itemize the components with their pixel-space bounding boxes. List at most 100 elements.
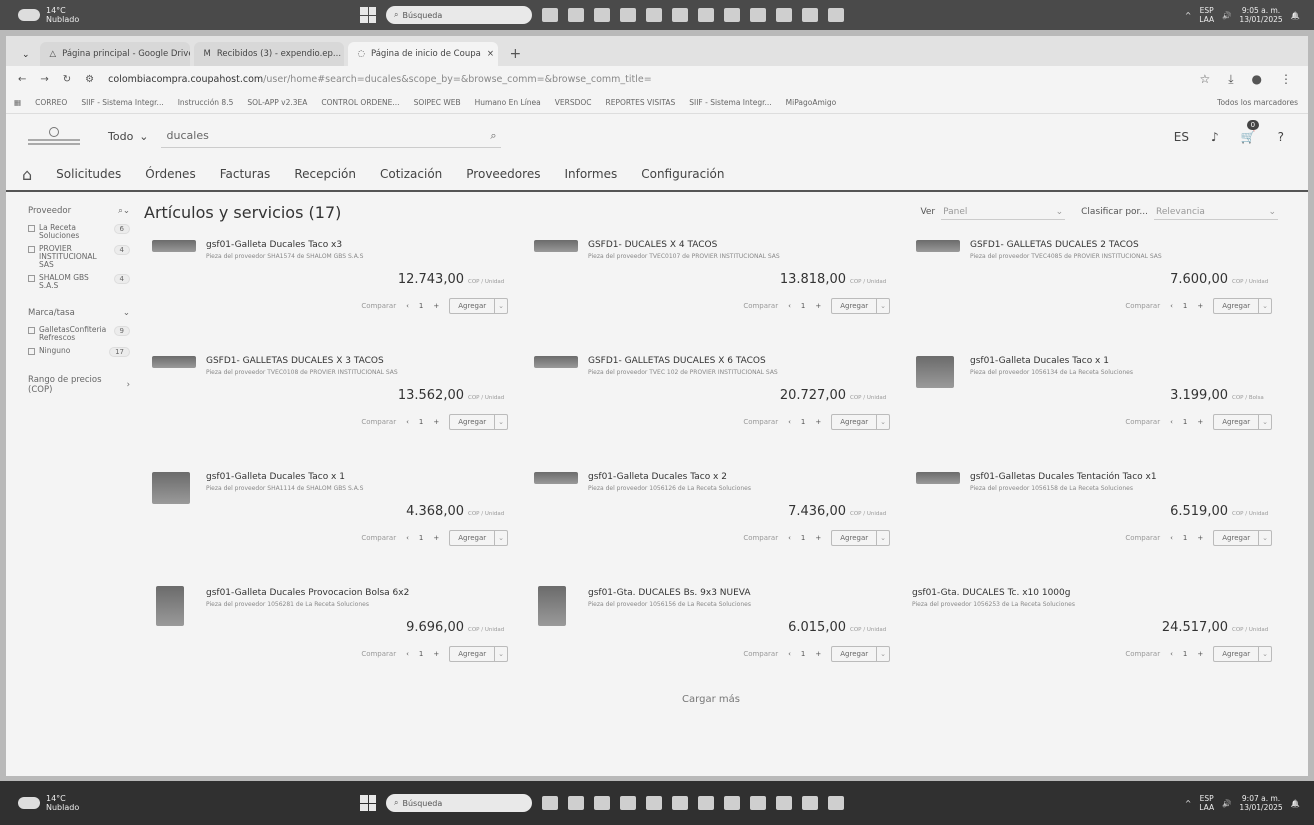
plus-icon[interactable]: + <box>433 418 439 426</box>
product-card[interactable]: GSFD1- GALLETAS DUCALES 2 TACOS Pieza de… <box>908 236 1278 332</box>
bookmark[interactable]: VERSDOC <box>555 98 592 107</box>
quantity-stepper[interactable]: ‹ 1 + <box>406 534 439 542</box>
sort-select[interactable]: Relevancia ⌄ <box>1154 205 1278 220</box>
nav-ordenes[interactable]: Órdenes <box>145 167 195 181</box>
facet-supplier-header[interactable]: Proveedor ⌕⌄ <box>28 206 130 216</box>
facet-brand-header[interactable]: Marca/tasa ⌄ <box>28 308 130 318</box>
reload-icon[interactable]: ↻ <box>63 74 71 85</box>
back-icon[interactable]: ← <box>18 74 26 85</box>
add-to-cart-button[interactable]: Agregar ⌄ <box>831 646 890 662</box>
facet-option[interactable]: SHALOM GBS S.A.S 4 <box>28 274 130 290</box>
plus-icon[interactable]: + <box>1197 534 1203 542</box>
nav-solicitudes[interactable]: Solicitudes <box>56 167 121 181</box>
add-button-label[interactable]: Agregar <box>450 531 494 545</box>
add-to-cart-button[interactable]: Agregar ⌄ <box>449 646 508 662</box>
app-icon[interactable] <box>620 796 636 810</box>
product-title[interactable]: gsf01-Galletas Ducales Tentación Taco x1 <box>970 472 1157 482</box>
facet-option[interactable]: Ninguno 17 <box>28 347 130 357</box>
compare-checkbox[interactable]: Comparar <box>361 302 396 310</box>
product-image[interactable] <box>152 356 196 368</box>
add-button-label[interactable]: Agregar <box>1214 415 1258 429</box>
product-card[interactable]: GSFD1- GALLETAS DUCALES X 6 TACOS Pieza … <box>526 352 896 448</box>
product-image[interactable] <box>534 472 578 484</box>
product-image[interactable] <box>916 356 954 388</box>
compare-checkbox[interactable]: Comparar <box>361 650 396 658</box>
quantity-stepper[interactable]: ‹ 1 + <box>1170 302 1203 310</box>
product-image[interactable] <box>916 240 960 252</box>
compare-checkbox[interactable]: Comparar <box>743 302 778 310</box>
bookmark[interactable]: REPORTES VISITAS <box>606 98 676 107</box>
nav-configuracion[interactable]: Configuración <box>641 167 724 181</box>
quantity-value[interactable]: 1 <box>419 534 423 542</box>
quantity-value[interactable]: 1 <box>801 302 805 310</box>
minus-icon[interactable]: ‹ <box>1170 302 1173 310</box>
cart-icon[interactable]: 🛒 0 <box>1241 120 1260 144</box>
add-to-cart-button[interactable]: Agregar ⌄ <box>831 414 890 430</box>
profile-icon[interactable]: ● <box>1252 72 1262 87</box>
product-title[interactable]: gsf01-Gta. DUCALES Tc. x10 1000g <box>912 588 1070 598</box>
app-icon[interactable] <box>724 8 740 22</box>
app-icon[interactable] <box>646 796 662 810</box>
chevron-down-icon[interactable]: ⌄ <box>1258 415 1271 429</box>
minus-icon[interactable]: ‹ <box>788 418 791 426</box>
quantity-stepper[interactable]: ‹ 1 + <box>1170 650 1203 658</box>
language-indicator[interactable]: ESP LAA <box>1199 6 1214 24</box>
facet-option[interactable]: La Receta Soluciones 6 <box>28 224 130 240</box>
quantity-value[interactable]: 1 <box>801 650 805 658</box>
quantity-stepper[interactable]: ‹ 1 + <box>406 650 439 658</box>
product-title[interactable]: gsf01-Galleta Ducales Provocacion Bolsa … <box>206 588 409 598</box>
app-icon[interactable] <box>828 796 844 810</box>
quantity-value[interactable]: 1 <box>801 534 805 542</box>
search-icon[interactable]: ⌕ <box>490 129 496 143</box>
quantity-value[interactable]: 1 <box>1183 302 1187 310</box>
nav-informes[interactable]: Informes <box>564 167 617 181</box>
product-title[interactable]: GSFD1- GALLETAS DUCALES X 3 TACOS <box>206 356 384 366</box>
quantity-stepper[interactable]: ‹ 1 + <box>406 418 439 426</box>
windows-start-icon[interactable] <box>360 7 376 23</box>
add-to-cart-button[interactable]: Agregar ⌄ <box>1213 646 1272 662</box>
add-button-label[interactable]: Agregar <box>1214 647 1258 661</box>
search-scope-select[interactable]: Todo ⌄ <box>98 130 149 143</box>
app-icon[interactable] <box>776 796 792 810</box>
compare-checkbox[interactable]: Comparar <box>743 418 778 426</box>
quantity-stepper[interactable]: ‹ 1 + <box>788 534 821 542</box>
quantity-stepper[interactable]: ‹ 1 + <box>406 302 439 310</box>
compare-checkbox[interactable]: Comparar <box>1125 418 1160 426</box>
minus-icon[interactable]: ‹ <box>406 534 409 542</box>
minus-icon[interactable]: ‹ <box>1170 418 1173 426</box>
bookmark[interactable]: SIIF - Sistema Integr... <box>81 98 163 107</box>
plus-icon[interactable]: + <box>1197 302 1203 310</box>
plus-icon[interactable]: + <box>433 650 439 658</box>
chevron-down-icon[interactable]: ⌄ <box>494 415 507 429</box>
product-title[interactable]: gsf01-Galleta Ducales Taco x 2 <box>588 472 727 482</box>
chevron-down-icon[interactable]: ⌄ <box>876 415 889 429</box>
quantity-value[interactable]: 1 <box>801 418 805 426</box>
product-card[interactable]: gsf01-Galleta Ducales Taco x 1 Pieza del… <box>908 352 1278 448</box>
bookmark[interactable]: SOL-APP v2.3EA <box>247 98 307 107</box>
plus-icon[interactable]: + <box>815 302 821 310</box>
app-icon[interactable] <box>698 796 714 810</box>
load-more-button[interactable]: Cargar más <box>144 694 1278 705</box>
clock[interactable]: 9:07 a. m. 13/01/2025 <box>1239 794 1282 812</box>
app-icon[interactable] <box>568 8 584 22</box>
bell-icon[interactable]: ♪ <box>1211 130 1219 144</box>
chevron-down-icon[interactable]: ⌄ <box>1258 647 1271 661</box>
product-card[interactable]: GSFD1- GALLETAS DUCALES X 3 TACOS Pieza … <box>144 352 514 448</box>
tab-gmail[interactable]: MRecibidos (3) - expendio.ep...× <box>193 42 344 66</box>
compare-checkbox[interactable]: Comparar <box>743 650 778 658</box>
add-to-cart-button[interactable]: Agregar ⌄ <box>831 530 890 546</box>
app-icon[interactable] <box>724 796 740 810</box>
plus-icon[interactable]: + <box>815 418 821 426</box>
add-button-label[interactable]: Agregar <box>450 647 494 661</box>
app-icon[interactable] <box>672 796 688 810</box>
add-to-cart-button[interactable]: Agregar ⌄ <box>1213 530 1272 546</box>
product-title[interactable]: gsf01-Galleta Ducales Taco x 1 <box>206 472 345 482</box>
add-to-cart-button[interactable]: Agregar ⌄ <box>831 298 890 314</box>
chevron-up-icon[interactable]: ^ <box>1185 11 1191 20</box>
product-image[interactable] <box>538 586 566 626</box>
app-icon[interactable] <box>750 796 766 810</box>
app-icon[interactable] <box>750 8 766 22</box>
chevron-down-icon[interactable]: ⌄ <box>16 50 36 66</box>
product-card[interactable]: gsf01-Galleta Ducales Taco x 1 Pieza del… <box>144 468 514 564</box>
minus-icon[interactable]: ‹ <box>406 650 409 658</box>
